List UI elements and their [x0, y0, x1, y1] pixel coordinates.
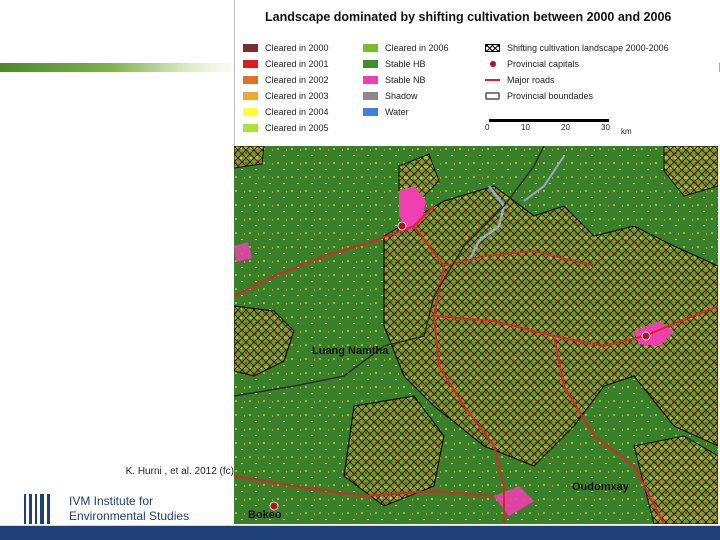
legend-item: Cleared in 2004 — [243, 106, 329, 119]
ivm-logo-line1: Institute for — [90, 494, 154, 508]
legend-swatch — [243, 75, 258, 84]
legend-swatch — [485, 43, 500, 52]
legend-swatch — [243, 91, 258, 100]
scale-tick-30: 30 — [601, 123, 610, 132]
header-accent-bar — [0, 63, 238, 72]
legend-label: Major roads — [507, 75, 555, 85]
scale-tick-20: 20 — [561, 123, 570, 132]
legend-label: Cleared in 2004 — [265, 107, 329, 117]
provincial-capital-luang-namtha — [397, 221, 407, 231]
legend-swatch — [485, 91, 500, 100]
footer-bar — [0, 526, 720, 540]
legend-label: Cleared in 2005 — [265, 123, 329, 133]
legend-label: Cleared in 2006 — [385, 43, 449, 53]
legend-label: Stable NB — [385, 75, 426, 85]
legend-item: Cleared in 2003 — [243, 90, 329, 103]
provincial-capital-oudomxay — [641, 331, 651, 341]
legend-swatch — [485, 60, 500, 68]
place-label-oudomxay: Oudomxay — [572, 481, 630, 493]
legend-item: Stable HB — [363, 58, 426, 71]
scale-line — [489, 119, 609, 122]
legend-item: Provincial boundades — [485, 90, 593, 103]
shifting-landscape-northwest-hatch — [234, 146, 265, 169]
legend-item: Provincial capitals — [485, 58, 579, 71]
legend-label: Cleared in 2001 — [265, 59, 329, 69]
scale-bar: 0 10 20 30 km — [485, 115, 685, 136]
ivm-logo-line2: Environmental Studies — [69, 509, 190, 523]
legend-swatch — [243, 43, 258, 52]
legend-swatch — [243, 123, 258, 132]
legend-item: Stable NB — [363, 74, 426, 87]
legend-swatch — [485, 76, 500, 84]
legend-swatch — [243, 107, 258, 116]
legend-item: Major roads — [485, 74, 555, 87]
legend-swatch — [363, 91, 378, 100]
legend-item: Shifting cultivation landscape 2000-2006 — [485, 42, 669, 55]
legend-label: Shadow — [385, 91, 418, 101]
scale-tick-0: 0 — [485, 123, 490, 132]
legend-label: Stable HB — [385, 59, 426, 69]
legend-swatch — [363, 75, 378, 84]
legend-item: Cleared in 2006 — [363, 42, 449, 55]
legend-label: Water — [385, 107, 409, 117]
legend-label: Cleared in 2003 — [265, 91, 329, 101]
legend-label: Cleared in 2000 — [265, 43, 329, 53]
legend-title: Landscape dominated by shifting cultivat… — [265, 10, 672, 24]
legend-label: Provincial boundades — [507, 91, 594, 101]
legend-label: Cleared in 2002 — [265, 75, 329, 85]
legend-item: Cleared in 2002 — [243, 74, 329, 87]
map-figure: Landscape dominated by shifting cultivat… — [234, 0, 719, 524]
legend-item: Cleared in 2001 — [243, 58, 329, 71]
map-legend: Landscape dominated by shifting cultivat… — [234, 0, 719, 146]
scale-tick-10: 10 — [521, 123, 530, 132]
scale-unit: km — [621, 127, 632, 136]
legend-swatch — [363, 59, 378, 68]
map-image: Luang Namtha Oudomxay Bokeo — [234, 146, 718, 524]
source-credit: K. Hurni , et al. 2012 (fc) — [125, 466, 234, 477]
place-label-luang-namtha: Luang Namtha — [312, 345, 389, 357]
ivm-logo-text: IVM Institute for Environmental Studies — [69, 494, 269, 524]
legend-swatch — [363, 107, 378, 116]
legend-label: Shifting cultivation landscape 2000-2006 — [507, 43, 669, 53]
ivm-logo-prefix: IVM — [69, 494, 91, 508]
legend-item: Cleared in 2000 — [243, 42, 329, 55]
legend-label: Provincial capitals — [507, 59, 580, 69]
legend-swatch — [363, 43, 378, 52]
legend-item: Cleared in 2005 — [243, 122, 329, 135]
legend-item: Water — [363, 106, 409, 119]
legend-item: Shadow — [363, 90, 418, 103]
legend-swatch — [243, 59, 258, 68]
